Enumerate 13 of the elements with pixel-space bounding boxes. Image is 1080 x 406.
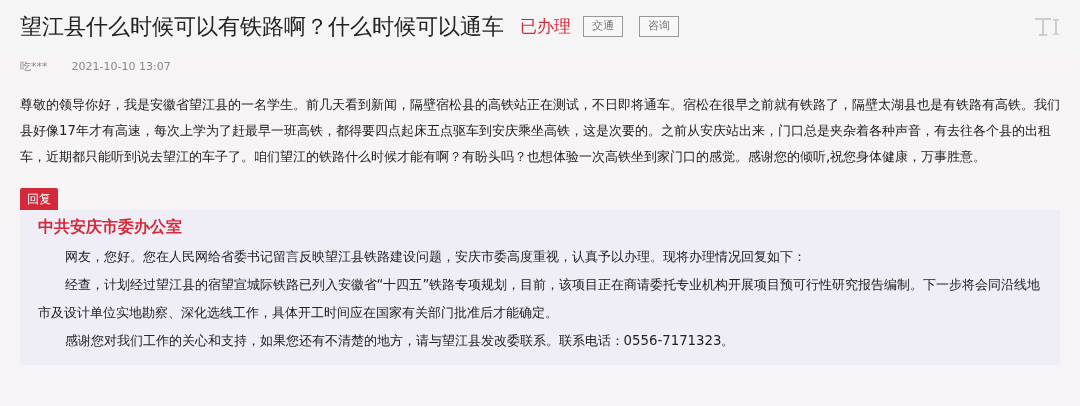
font-size-icon[interactable]: [1034, 16, 1060, 37]
status-label: 已办理: [520, 14, 571, 38]
reply-paragraph: 经查，计划经过望江县的宿望宣城际铁路已列入安徽省“十四五”铁路专项规划，目前，该项目正在商请委托专业机构开展项目预可行性研究报告编制。下一步将会同沿线地市及设计单位实地勘察、深化选线工作，具体开工时间应在国家有关部门批准后才能确定。: [38, 275, 1042, 322]
reply-paragraph: 感谢您对我们工作的关心和支持，如果您还有不清楚的地方，请与望江县发改委联系。联系电话：0556-7171323。: [63, 331, 736, 350]
post-time: 2021-10-10 13:07: [71, 59, 171, 75]
question-text: 尊敬的领导你好，我是安徽省望江县的一名学生。前几天看到新闻，隔壁宿松县的高铁站正在测试，不日即将通车。宿松在很早之前就有铁路了，隔壁太湖县也是有铁路有高铁。我们县好像17年才有高速，每次上学为了赶最早一班高铁，都得要四点起床五点驱车到安庆乘坐高铁，这是次要的。之前从安庆站出来，门口总是夹杂着各种声音，有去往各个县的出租车，近期都只能听到说去望江的车子了。咱们望江的铁路什么时候才能有啊？有盼头吗？也想体验一次高铁坐到家门口的感觉。感谢您的倾听,祝您身体健康，万事胜意。: [20, 95, 1060, 166]
reply-paragraph: 网友，您好。您在人民网给省委书记留言反映望江县铁路建设问题，安庆市委高度重视，认真予以办理。现将办理情况回复如下：: [63, 247, 807, 266]
category-tag[interactable]: 咨询: [639, 16, 679, 37]
author-name: 吃***: [20, 59, 48, 75]
question-title: 望江县什么时候可以有铁路啊？什么时候可以通车: [20, 13, 504, 41]
reply-label: 回复: [20, 187, 58, 210]
reply-organization: 中共安庆市委办公室: [38, 216, 183, 238]
category-tag[interactable]: 交通: [583, 16, 623, 37]
